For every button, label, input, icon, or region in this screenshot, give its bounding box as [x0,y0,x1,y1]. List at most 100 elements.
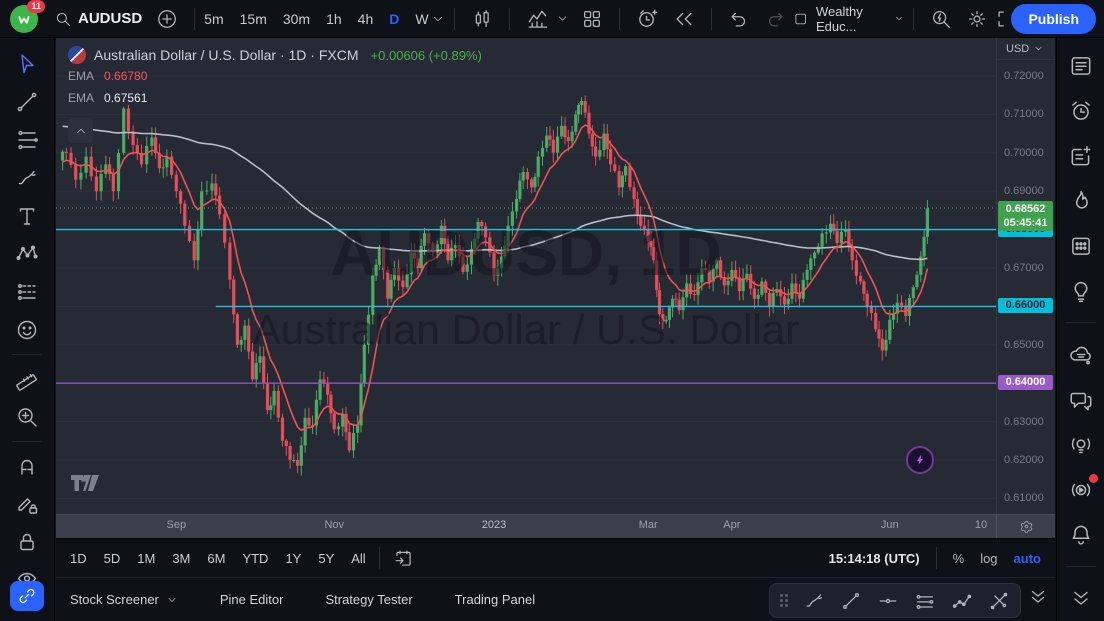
tab-strategy-tester[interactable]: Strategy Tester [325,592,412,607]
layout-name-label: Wealthy Educ... [816,4,886,34]
alerts-button[interactable] [1067,97,1095,124]
interval-button-w[interactable]: W [415,11,428,27]
add-symbol-button[interactable] [156,8,178,30]
favorite-tool-cross-line[interactable] [988,590,1010,612]
fullscreen-button[interactable] [995,8,1005,30]
range-button-all[interactable]: All [351,551,365,566]
scale-mode-percent[interactable]: % [953,551,965,566]
create-alert-button[interactable] [636,7,659,30]
tab-stock-screener[interactable]: Stock Screener [70,592,178,607]
range-button-1m[interactable]: 1M [137,551,155,566]
collapse-panel-button[interactable] [1027,586,1049,608]
favorite-tool-polyline[interactable] [951,590,973,612]
tool-lock-all[interactable] [10,528,44,556]
indicators-expand-button[interactable] [556,12,569,25]
tool-text[interactable] [10,202,44,230]
divider [12,354,42,355]
minds-button[interactable] [1067,341,1095,368]
object-link-button[interactable] [10,581,44,611]
hotlists-button[interactable] [1067,187,1095,214]
interval-button-30m[interactable]: 30m [283,11,310,27]
publish-button[interactable]: Publish [1011,4,1096,34]
range-button-6m[interactable]: 6M [207,551,225,566]
price-axis[interactable]: USD 0.720000.710000.700000.690000.680000… [996,38,1055,514]
time-axis[interactable]: SepNov2023MarAprJun10 [56,514,1055,538]
range-button-1d[interactable]: 1D [70,551,87,566]
tradingview-logo-watermark[interactable] [70,473,100,496]
collapse-sidebar-button[interactable] [1067,585,1095,612]
boost-button[interactable] [906,446,934,474]
bottom-panel: Stock Screener Pine Editor Strategy Tester… [56,577,1055,621]
interval-button-d[interactable]: D [389,11,399,27]
last-price-tag[interactable]: 0.6856205:45:41 [998,201,1053,231]
chat-button[interactable] [1067,386,1095,413]
settings-button[interactable] [966,8,988,30]
favorite-tool-parallel-channel[interactable] [914,590,936,612]
tool-xabcd-pattern[interactable] [10,240,44,268]
go-to-date-button[interactable] [393,548,414,569]
zoom-in-icon [15,405,39,429]
range-button-3m[interactable]: 3M [172,551,190,566]
range-button-5y[interactable]: 5Y [318,551,334,566]
layout-menu-button[interactable]: Wealthy Educ... [793,4,904,34]
layout-square-icon [793,9,808,29]
bar-replay-button[interactable] [673,8,695,30]
tool-cursor[interactable] [10,50,44,78]
favorite-tool-horizontal-line[interactable] [877,590,899,612]
interval-expand-button[interactable] [431,12,445,26]
economic-calendar-button[interactable] [1067,232,1095,259]
range-button-5d[interactable]: 5D [104,551,121,566]
layout-grid-button[interactable] [581,8,603,30]
tool-trend-line[interactable] [10,88,44,116]
tool-brush[interactable] [10,164,44,192]
streams-button[interactable] [1067,476,1095,503]
redo-button[interactable] [764,8,786,30]
tool-magnet[interactable] [10,452,44,480]
axis-settings-button[interactable] [996,515,1055,538]
favorite-tool-trend-line[interactable] [840,590,862,612]
tool-zoom-in[interactable] [10,403,44,431]
notifications-button[interactable] [1067,521,1095,548]
floating-drawing-toolbar[interactable] [769,583,1021,618]
clock-label[interactable]: 15:14:18 (UTC) [829,551,920,566]
range-button-1y[interactable]: 1Y [285,551,301,566]
interval-button-4h[interactable]: 4h [358,11,374,27]
live-ideas-button[interactable] [1067,431,1095,458]
chart-style-button[interactable] [471,8,493,30]
ema-legend-row[interactable]: EMA 0.66780 [68,69,147,83]
indicators-button[interactable] [526,7,549,30]
tool-emoji[interactable] [10,316,44,344]
quick-search-button[interactable] [930,8,952,30]
symbol-search-button[interactable]: AUDUSD [54,10,142,28]
price-axis-currency-toggle[interactable]: USD [997,38,1055,60]
price-level-tag[interactable]: 0.66000 [998,298,1053,313]
range-button-ytd[interactable]: YTD [242,551,268,566]
scale-mode-log[interactable]: log [980,551,997,566]
divider [379,547,380,569]
tool-fib-retracement[interactable] [10,126,44,154]
favorite-tool-brush[interactable] [803,590,825,612]
price-level-tag[interactable]: 0.64000 [998,375,1053,390]
legend-collapse-button[interactable] [68,118,93,143]
interval-button-1h[interactable]: 1h [326,11,342,27]
chart-legend-header[interactable]: Australian Dollar / U.S. Dollar · 1D · F… [68,46,482,64]
undo-button[interactable] [728,8,750,30]
user-menu-button[interactable]: 11 [10,5,38,33]
watchlist-button[interactable] [1067,52,1095,79]
scale-mode-auto[interactable]: auto [1014,551,1041,566]
tool-prediction[interactable] [10,278,44,306]
ema-legend-row[interactable]: EMA 0.67561 [68,91,147,105]
interval-button-15m[interactable]: 15m [240,11,267,27]
interval-button-5m[interactable]: 5m [204,11,223,27]
tab-trading-panel[interactable]: Trading Panel [455,592,535,607]
drag-handle[interactable] [780,594,788,607]
top-toolbar: 11 AUDUSD 5m 15m 30m 1h 4h DW [0,0,1104,38]
flame-icon [1068,188,1094,214]
ideas-button[interactable] [1067,277,1095,304]
tab-pine-editor[interactable]: Pine Editor [220,592,284,607]
tool-measure[interactable] [10,365,44,393]
time-axis-labels[interactable]: SepNov2023MarAprJun10 [56,515,996,538]
tool-drawing-mode-lock[interactable] [10,490,44,518]
notes-button[interactable] [1067,142,1095,169]
chart-plot[interactable]: AUDUSD, 1D Australian Dollar / U.S. Doll… [56,38,996,514]
